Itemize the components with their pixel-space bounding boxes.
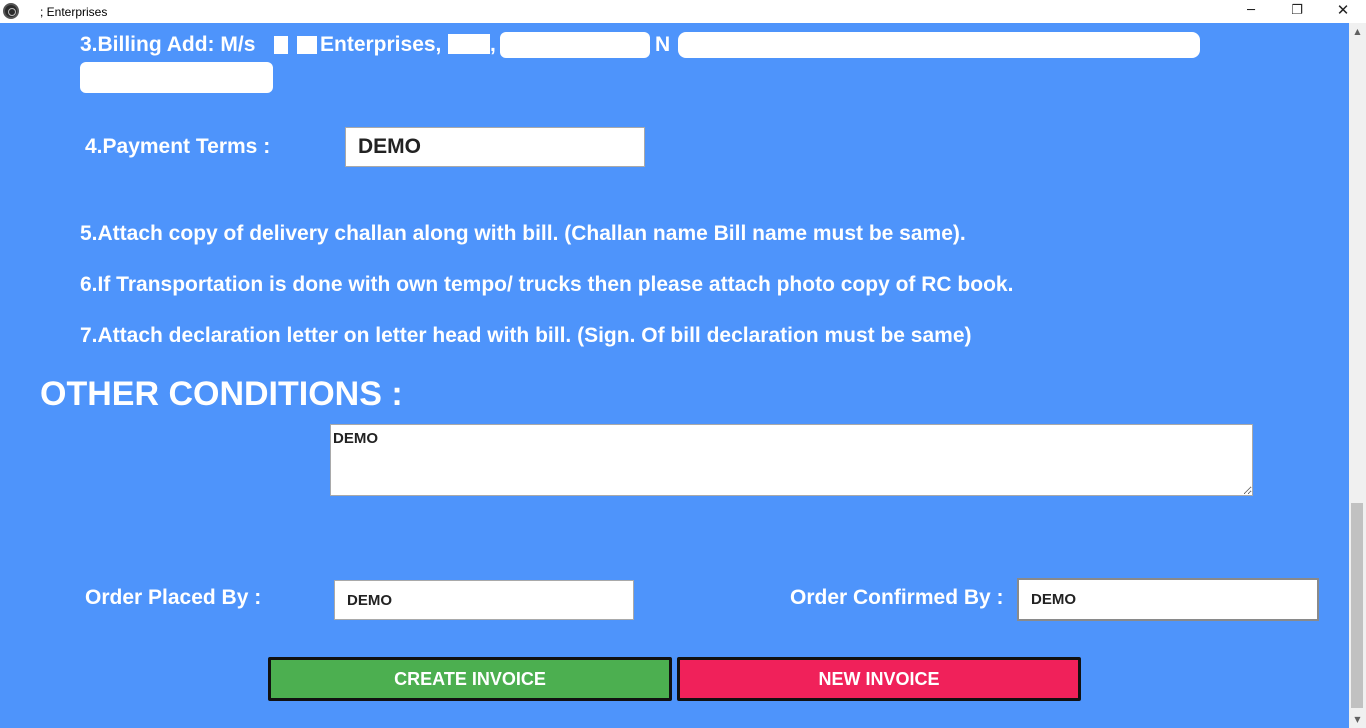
billing-name-fragment: N bbox=[655, 33, 671, 56]
redaction-mark bbox=[297, 36, 317, 54]
vertical-scrollbar[interactable]: ▲ ▼ bbox=[1349, 23, 1366, 728]
instruction-line: 5.Attach copy of delivery challan along … bbox=[80, 222, 966, 245]
redaction-mark bbox=[678, 32, 1200, 58]
order-confirmed-label: Order Confirmed By : bbox=[790, 586, 1004, 609]
billing-company-text: Enterprises, bbox=[320, 33, 442, 56]
window-titlebar: ; Enterprises ─ ❐ ✕ bbox=[0, 0, 1366, 23]
scroll-up-icon[interactable]: ▲ bbox=[1349, 23, 1366, 40]
close-button[interactable]: ✕ bbox=[1320, 0, 1366, 23]
redaction-mark bbox=[448, 34, 490, 54]
instruction-line: 6.If Transportation is done with own tem… bbox=[80, 273, 1014, 296]
payment-terms-input[interactable] bbox=[345, 127, 645, 167]
other-conditions-heading: OTHER CONDITIONS : bbox=[40, 375, 403, 413]
order-placed-label: Order Placed By : bbox=[85, 586, 262, 609]
order-confirmed-input[interactable] bbox=[1017, 578, 1319, 621]
order-placed-input[interactable] bbox=[334, 580, 634, 620]
redaction-mark bbox=[500, 32, 650, 58]
billing-separator: , bbox=[490, 33, 496, 56]
create-invoice-button[interactable]: CREATE INVOICE bbox=[268, 657, 672, 701]
redaction-mark bbox=[274, 36, 288, 54]
minimize-button[interactable]: ─ bbox=[1228, 0, 1274, 23]
window-title: ; Enterprises bbox=[40, 5, 108, 19]
scroll-down-icon[interactable]: ▼ bbox=[1349, 711, 1366, 728]
payment-terms-label: 4.Payment Terms : bbox=[85, 135, 271, 158]
app-icon bbox=[3, 3, 19, 19]
restore-button[interactable]: ❐ bbox=[1274, 0, 1320, 23]
scroll-thumb[interactable] bbox=[1351, 503, 1363, 708]
redaction-mark bbox=[80, 62, 273, 93]
other-conditions-textarea[interactable]: DEMO bbox=[330, 424, 1253, 496]
new-invoice-button[interactable]: NEW INVOICE bbox=[677, 657, 1081, 701]
instruction-line: 7.Attach declaration letter on letter he… bbox=[80, 324, 972, 347]
billing-address-label: 3.Billing Add: M/s bbox=[80, 33, 256, 56]
